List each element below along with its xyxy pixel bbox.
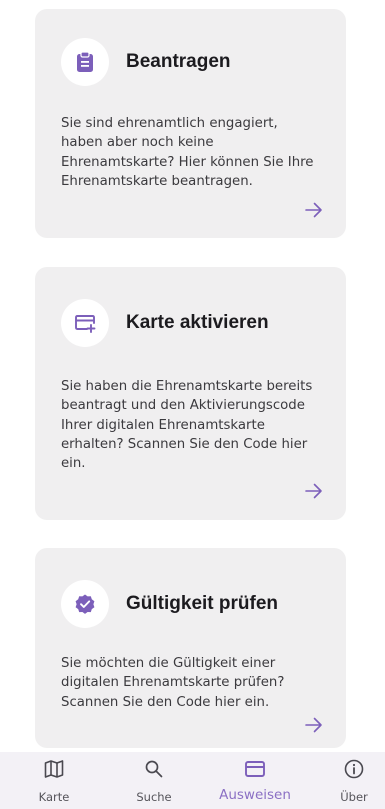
nav-item-suche[interactable]: Suche	[114, 752, 194, 809]
card-karte-aktivieren[interactable]: Karte aktivieren Sie haben die Ehrenamts…	[35, 267, 346, 520]
screen: Beantragen Sie sind ehrenamtlich engagie…	[0, 0, 385, 809]
card-description: Sie haben die Ehrenamtskarte bereits bea…	[61, 379, 313, 472]
nav-item-karte[interactable]: Karte	[14, 752, 94, 809]
card-add-icon-badge	[61, 299, 109, 347]
card-title: Gültigkeit prüfen	[126, 593, 278, 614]
card-title: Karte aktivieren	[126, 312, 269, 333]
card-gueltigkeit-pruefen[interactable]: Gültigkeit prüfen Sie möchten die Gültig…	[35, 548, 346, 748]
card-description: Sie sind ehrenamtlich engagiert, haben a…	[61, 116, 314, 189]
nav-label: Suche	[136, 790, 172, 804]
card-beantragen[interactable]: Beantragen Sie sind ehrenamtlich engagie…	[35, 9, 346, 238]
nav-item-ausweisen[interactable]: Ausweisen	[215, 752, 295, 809]
nav-label: Ausweisen	[219, 787, 291, 803]
clipboard-icon	[77, 51, 93, 72]
card-icon	[245, 761, 265, 777]
info-icon	[344, 759, 364, 779]
arrow-right-icon[interactable]	[304, 481, 324, 501]
card-add-icon	[75, 315, 96, 333]
card-description: Sie möchten die Gültigkeit einer digital…	[61, 656, 285, 710]
nav-label: Karte	[38, 790, 70, 804]
arrow-right-icon[interactable]	[304, 200, 324, 220]
verified-icon	[75, 594, 95, 614]
arrow-right-icon[interactable]	[304, 715, 324, 735]
map-icon	[44, 760, 64, 778]
nav-label: Über	[340, 790, 368, 804]
clipboard-icon-badge	[61, 38, 109, 86]
bottom-navigation: Karte Suche Ausweisen Über	[0, 752, 385, 809]
nav-item-ueber[interactable]: Über	[314, 752, 385, 809]
search-icon	[145, 760, 163, 778]
verified-icon-badge	[61, 580, 109, 628]
card-title: Beantragen	[126, 51, 231, 72]
